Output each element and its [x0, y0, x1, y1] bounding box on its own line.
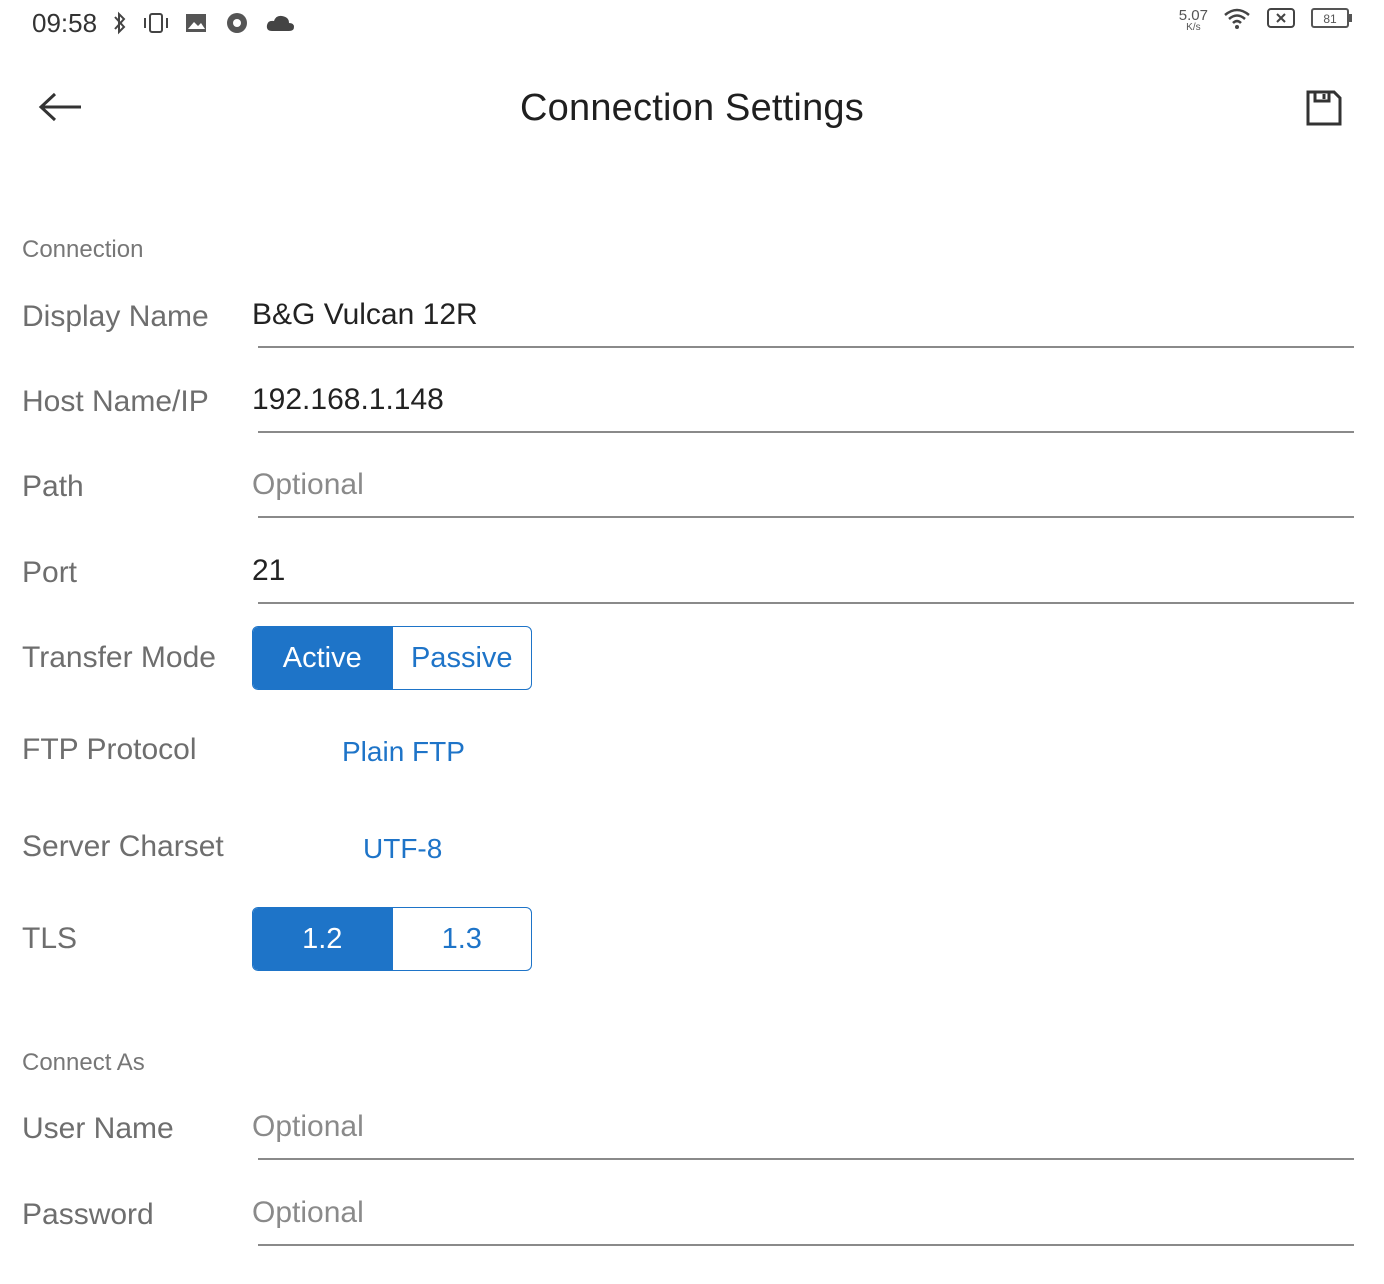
- display-name-value: B&G Vulcan 12R: [252, 298, 478, 331]
- port-value: 21: [252, 554, 286, 587]
- server-charset-label: Server Charset: [22, 830, 224, 863]
- user-name-label: User Name: [22, 1112, 174, 1145]
- status-left-icons: [112, 10, 296, 41]
- server-charset-selector[interactable]: UTF-8: [363, 833, 442, 865]
- status-right-icons: 5.07 K/s 81: [1179, 6, 1354, 35]
- host-field[interactable]: 192.168.1.148: [252, 383, 1354, 433]
- ftp-protocol-label: FTP Protocol: [22, 733, 197, 766]
- port-label: Port: [22, 556, 78, 589]
- tls-option-1-3[interactable]: 1.3: [391, 908, 532, 970]
- sim-none-icon: [1266, 6, 1296, 35]
- ftp-protocol-selector[interactable]: Plain FTP: [342, 736, 465, 768]
- save-icon: [1304, 88, 1344, 133]
- transfer-mode-label: Transfer Mode: [22, 641, 216, 674]
- section-label-connect-as: Connect As: [22, 1049, 145, 1076]
- section-label-connection: Connection: [22, 236, 144, 263]
- password-placeholder: Optional: [252, 1196, 364, 1229]
- transfer-mode-toggle: Active Passive: [252, 626, 532, 690]
- gallery-icon: [184, 11, 210, 40]
- wifi-icon: [1222, 6, 1252, 35]
- cloud-icon: [264, 12, 296, 39]
- path-field[interactable]: Optional: [252, 468, 1354, 518]
- host-label: Host Name/IP: [22, 385, 209, 418]
- app-bar: Connection Settings: [0, 60, 1384, 160]
- path-label: Path: [22, 470, 84, 503]
- display-name-underline: [258, 346, 1354, 348]
- display-name-field[interactable]: B&G Vulcan 12R: [252, 298, 1354, 348]
- password-field[interactable]: Optional: [252, 1196, 1354, 1246]
- network-speed-value: 5.07: [1178, 7, 1208, 24]
- chrome-icon: [224, 10, 250, 41]
- host-value: 192.168.1.148: [252, 383, 444, 416]
- user-name-placeholder: Optional: [252, 1110, 364, 1143]
- vibrate-icon: [142, 11, 170, 40]
- save-button[interactable]: [1298, 84, 1350, 136]
- tls-label: TLS: [22, 922, 78, 955]
- port-field[interactable]: 21: [252, 554, 1354, 604]
- status-bar: 09:58 5.07 K/s 81: [0, 0, 1384, 50]
- port-underline: [258, 602, 1354, 604]
- bluetooth-icon: [112, 11, 128, 40]
- transfer-mode-active[interactable]: Active: [253, 627, 392, 689]
- user-name-field[interactable]: Optional: [252, 1110, 1354, 1160]
- page-title: Connection Settings: [520, 87, 864, 129]
- password-underline: [258, 1244, 1354, 1246]
- path-placeholder: Optional: [252, 468, 364, 501]
- battery-icon: 81: [1310, 6, 1354, 35]
- path-underline: [258, 516, 1354, 518]
- display-name-label: Display Name: [22, 300, 209, 333]
- status-time: 09:58: [32, 8, 98, 38]
- network-speed-unit: K/s: [1186, 22, 1201, 33]
- tls-option-1-2[interactable]: 1.2: [253, 908, 392, 970]
- user-name-underline: [258, 1158, 1354, 1160]
- battery-level: 81: [1323, 12, 1337, 26]
- password-label: Password: [22, 1198, 154, 1231]
- tls-toggle: 1.2 1.3: [252, 907, 532, 971]
- host-underline: [258, 431, 1354, 433]
- transfer-mode-passive[interactable]: Passive: [391, 627, 532, 689]
- network-speed: 5.07 K/s: [1179, 8, 1208, 33]
